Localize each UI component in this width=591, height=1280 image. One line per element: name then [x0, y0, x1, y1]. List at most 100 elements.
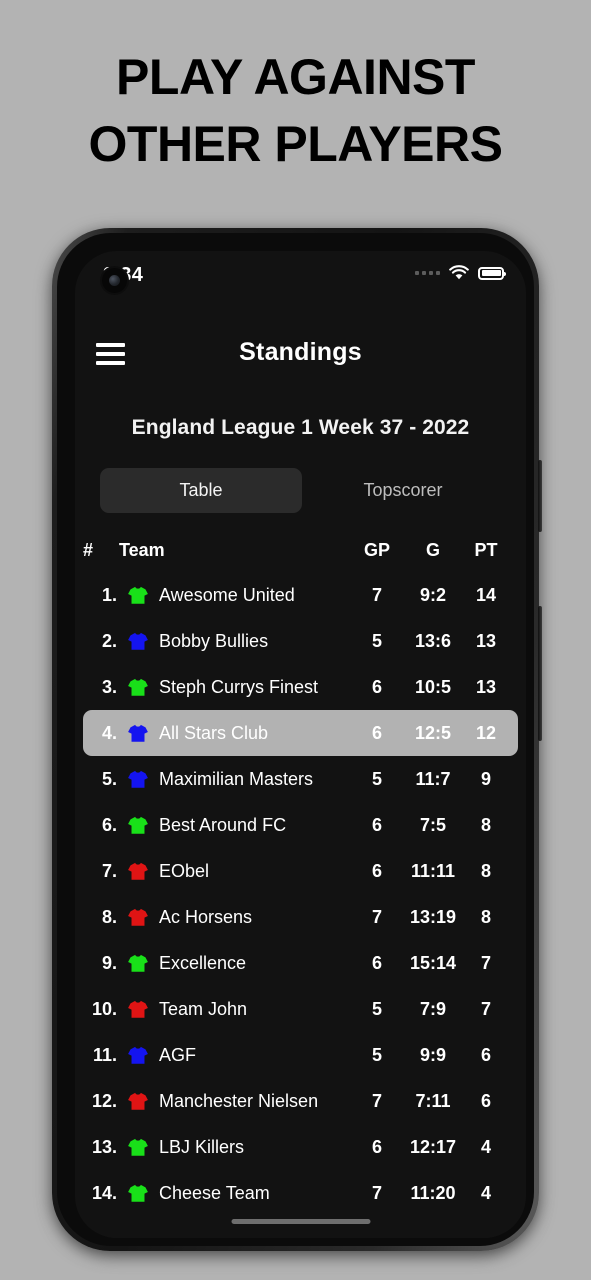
row-points: 13 [475, 677, 497, 697]
table-header: # Team GP G PT [75, 536, 526, 564]
row-games-played: 5 [371, 999, 382, 1019]
table-row[interactable]: 5. Maximilian Masters 5 11:7 9 [75, 756, 526, 802]
table-row[interactable]: 7. EObel 6 11:11 8 [75, 848, 526, 894]
team-jersey-icon [127, 1124, 151, 1170]
team-jersey-icon [127, 940, 151, 986]
team-jersey-icon [127, 1170, 151, 1216]
row-games-played: 7 [371, 1183, 382, 1203]
table-row-background: 7. EObel 6 11:11 8 [83, 848, 518, 894]
row-points: 13 [475, 631, 497, 651]
table-row[interactable]: 10. Team John 5 7:9 7 [75, 986, 526, 1032]
row-team-name: Awesome United [159, 585, 295, 605]
row-team-name: LBJ Killers [159, 1137, 245, 1157]
wifi-icon [449, 265, 469, 280]
row-team-name: Best Around FC [159, 815, 287, 835]
table-row[interactable]: 2. Bobby Bullies 5 13:6 13 [75, 618, 526, 664]
table-row[interactable]: 9. Excellence 6 15:14 7 [75, 940, 526, 986]
table-row-background: 13. LBJ Killers 6 12:17 4 [83, 1124, 518, 1170]
table-row[interactable]: 3. Steph Currys Finest 6 10:5 13 [75, 664, 526, 710]
row-points: 6 [480, 1091, 491, 1111]
row-goals: 10:5 [414, 677, 452, 697]
home-indicator[interactable] [231, 1219, 370, 1224]
row-goals: 11:11 [410, 861, 456, 881]
table-row-background: 5. Maximilian Masters 5 11:7 9 [83, 756, 518, 802]
row-goals: 11:7 [415, 769, 451, 789]
row-team-name: Cheese Team [159, 1183, 270, 1203]
row-goals: 9:2 [419, 585, 446, 605]
table-row-background: 11. AGF 5 9:9 6 [83, 1032, 518, 1078]
row-points: 8 [480, 861, 491, 881]
team-jersey-icon [127, 664, 151, 710]
row-rank: 1. [101, 585, 117, 605]
header-rank: # [83, 540, 94, 560]
row-rank: 13. [91, 1137, 117, 1157]
tab-table[interactable]: Table [100, 468, 302, 513]
row-games-played: 7 [371, 1091, 382, 1111]
status-bar: 9.34 [75, 251, 526, 305]
team-jersey-icon [127, 1032, 151, 1078]
tab-topscorer[interactable]: Topscorer [302, 468, 504, 513]
team-jersey-icon [127, 894, 151, 940]
team-jersey-icon [127, 1078, 151, 1124]
volume-button[interactable] [538, 460, 542, 532]
row-rank: 14. [91, 1183, 117, 1203]
row-goals: 13:19 [409, 907, 457, 927]
row-rank: 3. [101, 677, 117, 697]
table-row-background: 12. Manchester Nielsen 7 7:11 6 [83, 1078, 518, 1124]
table-row[interactable]: 11. AGF 5 9:9 6 [75, 1032, 526, 1078]
row-team-name: Bobby Bullies [159, 631, 269, 651]
row-rank: 9. [101, 953, 117, 973]
table-row[interactable]: 13. LBJ Killers 6 12:17 4 [75, 1124, 526, 1170]
phone-device: 9.34 [52, 228, 542, 1252]
row-team-name: Team John [159, 999, 248, 1019]
row-points: 8 [480, 815, 491, 835]
table-row[interactable]: 8. Ac Horsens 7 13:19 8 [75, 894, 526, 940]
row-rank: 11. [92, 1045, 117, 1065]
row-games-played: 6 [371, 953, 382, 973]
team-jersey-icon [127, 756, 151, 802]
header-team: Team [119, 540, 165, 560]
team-jersey-icon [127, 802, 151, 848]
row-team-name: Manchester Nielsen [159, 1091, 319, 1111]
row-rank: 10. [91, 999, 117, 1019]
row-points: 8 [480, 907, 491, 927]
device-frame: 9.34 [52, 228, 542, 1251]
row-team-name: Excellence [159, 953, 247, 973]
row-rank: 5. [101, 769, 117, 789]
row-goals: 11:20 [410, 1183, 456, 1203]
power-button[interactable] [538, 606, 542, 741]
league-subtitle: England League 1 Week 37 - 2022 [131, 416, 470, 439]
table-row[interactable]: 1. Awesome United 7 9:2 14 [75, 572, 526, 618]
row-games-played: 5 [371, 631, 382, 651]
promo-line-2: OTHER PLAYERS [88, 116, 503, 172]
table-row[interactable]: 6. Best Around FC 6 7:5 8 [75, 802, 526, 848]
table-row[interactable]: 4. All Stars Club 6 12:5 12 [75, 710, 526, 756]
row-points: 7 [480, 953, 491, 973]
team-jersey-icon [127, 710, 151, 756]
row-points: 4 [480, 1137, 491, 1157]
promo-headline: PLAY AGAINST OTHER PLAYERS [0, 44, 591, 178]
row-goals: 13:6 [414, 631, 452, 651]
row-rank: 12. [91, 1091, 117, 1111]
team-jersey-icon [127, 848, 151, 894]
row-rank: 7. [101, 861, 117, 881]
team-jersey-icon [127, 986, 151, 1032]
table-row-background: 10. Team John 5 7:9 7 [83, 986, 518, 1032]
row-points: 7 [480, 999, 491, 1019]
row-team-name: Ac Horsens [159, 907, 253, 927]
table-row-background: 14. Cheese Team 7 11:20 4 [83, 1170, 518, 1216]
row-points: 9 [480, 769, 491, 789]
tab-bar: Table Topscorer [100, 468, 504, 513]
promo-line-1: PLAY AGAINST [116, 49, 475, 105]
table-row[interactable]: 14. Cheese Team 7 11:20 4 [75, 1170, 526, 1216]
row-team-name: EObel [159, 861, 210, 881]
standings-table[interactable]: 1. Awesome United 7 9:2 14 2. Bobby Bullies 5 13… [75, 572, 526, 1238]
app-bar: Standings [75, 329, 526, 385]
row-games-played: 7 [371, 907, 382, 927]
row-games-played: 6 [371, 677, 382, 697]
table-row-background: 8. Ac Horsens 7 13:19 8 [83, 894, 518, 940]
row-team-name: All Stars Club [159, 723, 269, 743]
table-row[interactable]: 12. Manchester Nielsen 7 7:11 6 [75, 1078, 526, 1124]
row-points: 12 [475, 723, 497, 743]
header-pt: PT [474, 540, 498, 560]
